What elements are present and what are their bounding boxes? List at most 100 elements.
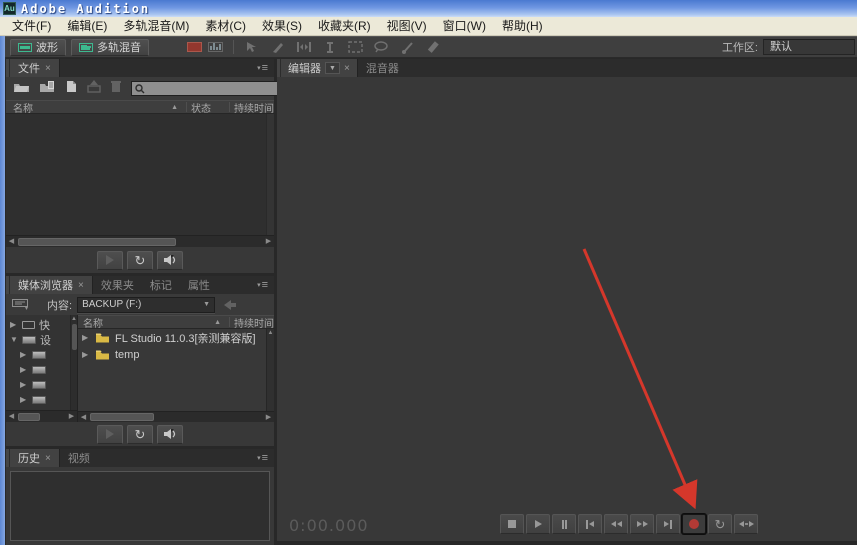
menu-edit[interactable]: 编辑(E) [59,17,115,35]
scrollbar-thumb[interactable] [18,413,40,421]
collapsed-icon[interactable]: ▶ [20,350,28,359]
collapsed-icon[interactable]: ▶ [20,395,28,404]
panel-grip[interactable] [6,276,9,294]
collapsed-icon[interactable]: ▶ [10,320,18,329]
collapsed-icon[interactable]: ▶ [20,365,28,374]
waveform-view-button[interactable]: 波形 [10,39,66,56]
sort-asc-icon[interactable]: ▲ [171,104,178,111]
files-list-area[interactable] [6,114,274,235]
tab-video[interactable]: 视频 [60,449,98,467]
folder-row-temp[interactable]: ▶ temp [78,346,274,363]
close-icon[interactable]: × [45,63,51,74]
tree-item-shortcuts[interactable]: ▶ 快 [6,317,77,332]
preview-autoplay-button[interactable] [157,425,183,444]
marquee-selection-tool-icon[interactable] [348,40,363,54]
scroll-right-icon[interactable]: ▶ [263,236,274,247]
loop-playback-button[interactable]: ↻ [708,514,732,534]
collapsed-icon[interactable]: ▶ [82,333,90,342]
tab-files[interactable]: 文件 × [10,59,60,77]
preview-play-button[interactable] [97,425,123,444]
workspace-select[interactable]: 默认 [763,39,855,55]
column-duration[interactable]: 持续时间 [234,100,274,115]
column-name[interactable]: 名称 [6,100,33,115]
scrollbar-thumb[interactable] [90,413,154,421]
panel-menu-icon[interactable]: ▾ ≡ [257,276,268,294]
open-file-icon[interactable] [13,80,30,98]
tree-item-drive[interactable]: ▶ [6,362,77,377]
panel-grip[interactable] [6,59,9,77]
drive-select[interactable]: BACKUP (F:) ▼ [77,297,215,313]
panel-menu-icon[interactable]: ▾ ≡ [257,449,268,467]
collapsed-icon[interactable]: ▶ [82,350,90,359]
preview-autoplay-button[interactable] [157,251,183,270]
column-duration[interactable]: 持续时间 [234,315,274,329]
column-status[interactable]: 状态 [191,100,225,115]
menu-favorites[interactable]: 收藏夹(R) [310,17,379,35]
panel-menu-icon[interactable]: ▾ ≡ [257,59,268,77]
preview-play-button[interactable] [97,251,123,270]
fast-forward-button[interactable] [630,514,654,534]
scroll-left-icon[interactable]: ◀ [78,412,89,423]
panel-grip[interactable] [6,449,9,467]
scroll-right-icon[interactable]: ▶ [263,412,274,423]
search-input[interactable] [148,83,280,95]
tab-mixer[interactable]: 混音器 [358,59,407,77]
preview-loop-button[interactable]: ↻ [127,251,153,270]
razor-tool-icon[interactable] [270,40,285,54]
scrollbar-thumb[interactable] [18,238,176,246]
tree-item-drive[interactable]: ▶ [6,377,77,392]
collapsed-icon[interactable]: ▶ [20,380,28,389]
new-file-icon[interactable] [65,80,78,98]
spectral-frequency-toggle-icon[interactable] [187,42,202,52]
trash-icon[interactable] [110,80,122,98]
skip-to-start-button[interactable] [578,514,602,534]
skip-selection-button[interactable] [734,514,758,534]
tab-effects-rack[interactable]: 效果夹 [93,276,142,294]
close-icon[interactable]: × [78,280,84,291]
scroll-left-icon[interactable]: ◀ [6,411,17,422]
menu-view[interactable]: 视图(V) [379,17,435,35]
expanded-icon[interactable]: ▼ [10,335,18,344]
tree-item-drive[interactable]: ▶ [6,347,77,362]
scroll-left-icon[interactable]: ◀ [6,236,17,247]
time-selection-tool-icon[interactable] [296,40,311,54]
record-button[interactable] [682,514,706,534]
folder-row-fl-studio[interactable]: ▶ FL Studio 11.0.3[亲测兼容版] [78,329,274,346]
scroll-right-icon[interactable]: ▶ [66,411,77,422]
rewind-button[interactable] [604,514,628,534]
play-button[interactable] [526,514,550,534]
panel-grip[interactable] [277,59,280,77]
multitrack-view-button[interactable]: 多轨混音 [71,39,149,56]
history-list-area[interactable] [10,471,270,541]
preview-loop-button[interactable]: ↻ [127,425,153,444]
insert-into-multitrack-icon[interactable] [87,80,101,98]
files-vertical-scrollbar[interactable] [266,114,274,235]
sort-asc-icon[interactable]: ▲ [214,319,221,326]
spectral-pitch-toggle-icon[interactable] [208,42,223,52]
spot-healing-tool-icon[interactable] [426,40,441,54]
files-horizontal-scrollbar[interactable]: ◀ ▶ [6,235,274,247]
import-file-icon[interactable] [39,80,56,98]
marquee-time-tool-icon[interactable] [322,40,337,54]
skip-to-end-button[interactable] [656,514,680,534]
editor-dropdown-icon[interactable]: ▼ [325,62,340,74]
tree-horizontal-scrollbar[interactable]: ◀ ▶ [6,410,77,422]
menu-effects[interactable]: 效果(S) [254,17,310,35]
tab-history[interactable]: 历史 × [10,449,60,467]
menu-file[interactable]: 文件(F) [4,17,59,35]
tab-editor[interactable]: 编辑器 ▼ × [281,59,358,77]
tab-markers[interactable]: 标记 [142,276,180,294]
tree-item-devices[interactable]: ▼ 设 [6,332,77,347]
menu-window[interactable]: 窗口(W) [435,17,494,35]
paintbrush-tool-icon[interactable] [400,40,415,54]
menu-multitrack[interactable]: 多轨混音(M) [115,17,197,35]
editor-canvas[interactable]: 0:00.000 ↻ [277,77,857,541]
menu-clip[interactable]: 素材(C) [197,17,254,35]
scroll-up-icon[interactable]: ▲ [71,315,77,323]
stop-button[interactable] [500,514,524,534]
lasso-selection-tool-icon[interactable] [374,40,389,54]
column-name[interactable]: 名称 [78,315,103,329]
scrollbar-thumb[interactable] [72,324,77,350]
close-icon[interactable]: × [344,63,350,74]
view-options-icon[interactable]: ▾ [12,299,28,311]
